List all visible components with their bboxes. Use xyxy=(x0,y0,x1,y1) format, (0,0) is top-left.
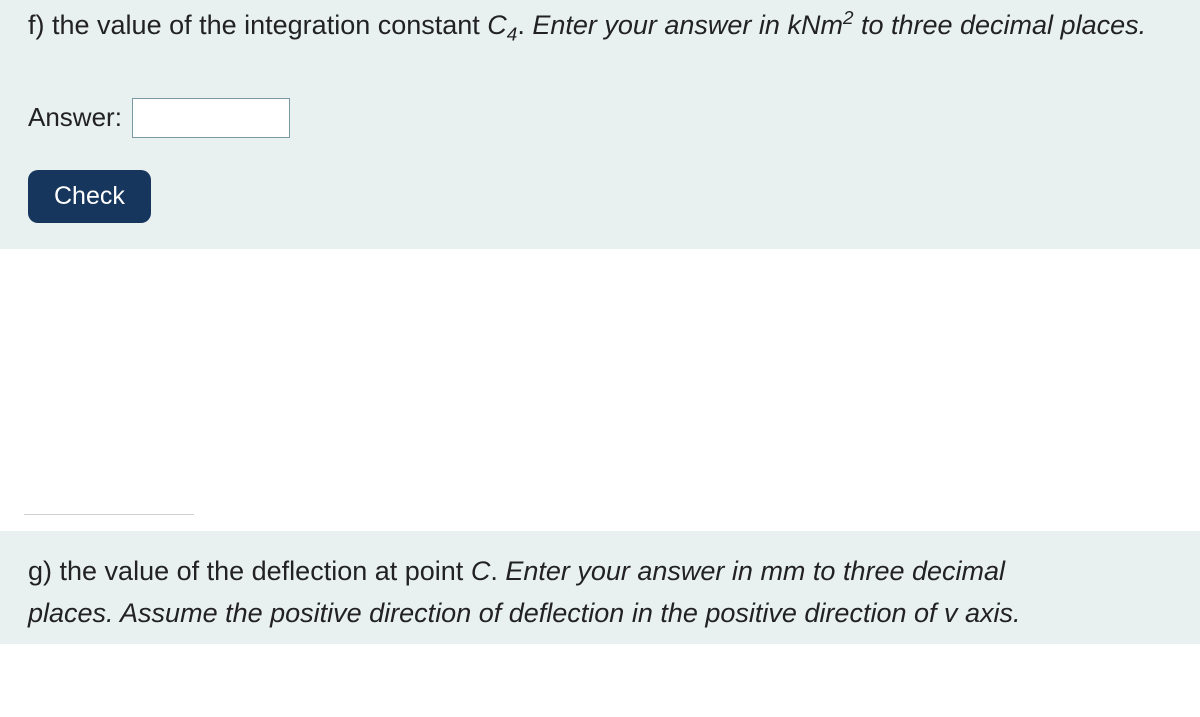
question-f-var-c: C xyxy=(487,10,507,40)
question-f-sup-2: 2 xyxy=(843,8,854,29)
question-f-period: . xyxy=(517,10,532,40)
question-g-prompt: g) the value of the deflection at point … xyxy=(28,551,1172,635)
question-f-block: f) the value of the integration constant… xyxy=(0,0,1200,249)
question-g-var-c: C xyxy=(471,556,491,586)
answer-input-f[interactable] xyxy=(132,98,290,138)
question-g-prefix: g) xyxy=(28,556,60,586)
question-f-prefix: f) xyxy=(28,10,52,40)
question-g-period: . xyxy=(490,556,505,586)
faint-divider xyxy=(24,514,194,515)
question-f-sub-4: 4 xyxy=(507,24,518,45)
question-f-prompt: f) the value of the integration constant… xyxy=(28,4,1172,50)
answer-label-f: Answer: xyxy=(28,102,122,133)
question-g-block: g) the value of the deflection at point … xyxy=(0,531,1200,645)
question-g-text-1: the value of the deflection at point xyxy=(60,556,471,586)
answer-row-f: Answer: xyxy=(28,98,1172,138)
check-button-f[interactable]: Check xyxy=(28,170,151,223)
question-f-instr-1: Enter your answer in kNm xyxy=(532,10,843,40)
question-f-instr-2: to three decimal places. xyxy=(853,10,1146,40)
question-g-line1-tail: Enter your answer in mm to three decimal xyxy=(505,556,1005,586)
content-gap xyxy=(0,249,1200,531)
question-f-text-1: the value of the integration constant xyxy=(52,10,487,40)
question-g-line2: places. Assume the positive direction of… xyxy=(28,598,1021,628)
